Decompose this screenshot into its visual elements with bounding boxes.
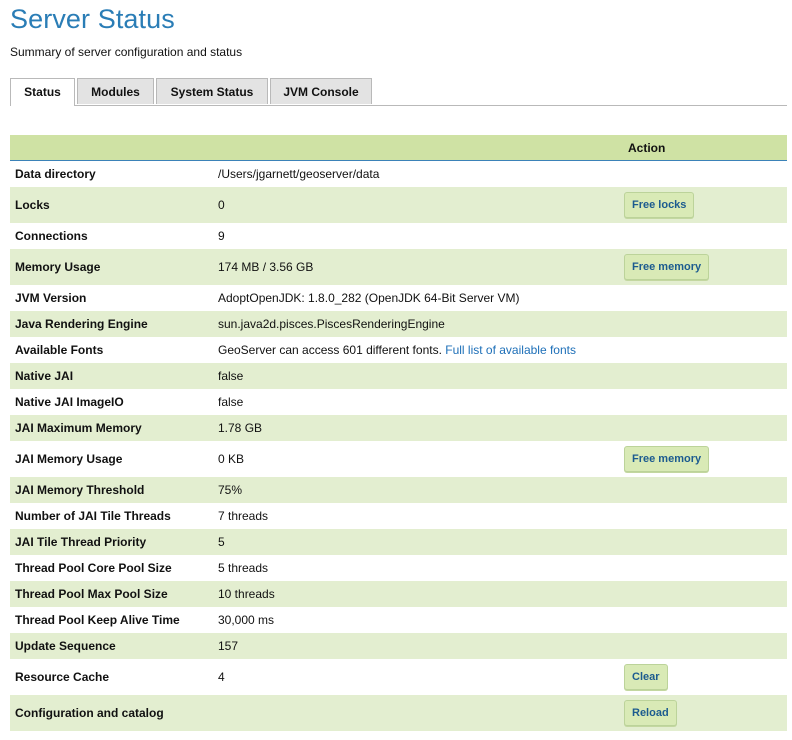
row-label-java-rendering-engine: Java Rendering Engine	[10, 311, 218, 337]
value-column-header	[218, 135, 618, 161]
free-jai-memory-button[interactable]: Free memory	[624, 446, 710, 472]
row-label-update-sequence: Update Sequence	[10, 633, 218, 659]
table-row: Number of JAI Tile Threads 7 threads	[10, 503, 787, 529]
table-row: JAI Tile Thread Priority 5	[10, 529, 787, 555]
table-row: JAI Memory Usage 0 KB Free memory	[10, 441, 787, 477]
table-row: Connections 9	[10, 223, 787, 249]
row-value-locks: 0	[218, 187, 618, 223]
row-value-jvm-version: AdoptOpenJDK: 1.8.0_282 (OpenJDK 64-Bit …	[218, 285, 618, 311]
row-label-locks: Locks	[10, 187, 218, 223]
row-label-configuration-catalog: Configuration and catalog	[10, 695, 218, 731]
tab-bar: Status Modules System Status JVM Console	[10, 78, 787, 106]
row-value-jai-tile-thread-priority: 5	[218, 529, 618, 555]
row-label-thread-pool-core-size: Thread Pool Core Pool Size	[10, 555, 218, 581]
row-label-jai-tile-threads: Number of JAI Tile Threads	[10, 503, 218, 529]
row-value-jai-memory-usage: 0 KB	[218, 441, 618, 477]
row-label-connections: Connections	[10, 223, 218, 249]
table-row: Java Rendering Engine sun.java2d.pisces.…	[10, 311, 787, 337]
row-label-resource-cache: Resource Cache	[10, 659, 218, 695]
row-value-connections: 9	[218, 223, 618, 249]
table-row: Memory Usage 174 MB / 3.56 GB Free memor…	[10, 249, 787, 285]
table-row: JAI Maximum Memory 1.78 GB	[10, 415, 787, 441]
font-list-link[interactable]: Full list of available fonts	[445, 343, 576, 357]
row-label-jvm-version: JVM Version	[10, 285, 218, 311]
available-fonts-text: GeoServer can access 601 different fonts…	[218, 343, 442, 357]
table-header-row: Action	[10, 135, 787, 161]
table-row: Data directory /Users/jgarnett/geoserver…	[10, 160, 787, 187]
row-value-thread-pool-keep-alive: 30,000 ms	[218, 607, 618, 633]
row-value-available-fonts: GeoServer can access 601 different fonts…	[218, 337, 618, 363]
row-label-data-directory: Data directory	[10, 160, 218, 187]
table-row: Thread Pool Core Pool Size 5 threads	[10, 555, 787, 581]
row-value-jai-maximum-memory: 1.78 GB	[218, 415, 618, 441]
clear-cache-button[interactable]: Clear	[624, 664, 668, 690]
row-value-jai-memory-threshold: 75%	[218, 477, 618, 503]
label-column-header	[10, 135, 218, 161]
row-label-thread-pool-max-size: Thread Pool Max Pool Size	[10, 581, 218, 607]
tab-status[interactable]: Status	[10, 78, 75, 106]
row-label-jai-memory-usage: JAI Memory Usage	[10, 441, 218, 477]
row-value-jai-tile-threads: 7 threads	[218, 503, 618, 529]
row-value-memory-usage: 174 MB / 3.56 GB	[218, 249, 618, 285]
table-row: Update Sequence 157	[10, 633, 787, 659]
server-status-page: Server Status Summary of server configur…	[0, 0, 792, 740]
row-label-jai-memory-threshold: JAI Memory Threshold	[10, 477, 218, 503]
row-label-available-fonts: Available Fonts	[10, 337, 218, 363]
tab-jvm-console[interactable]: JVM Console	[270, 78, 372, 104]
table-row: JVM Version AdoptOpenJDK: 1.8.0_282 (Ope…	[10, 285, 787, 311]
row-value-update-sequence: 157	[218, 633, 618, 659]
action-column-header: Action	[618, 135, 787, 161]
row-value-java-rendering-engine: sun.java2d.pisces.PiscesRenderingEngine	[218, 311, 618, 337]
table-row: Native JAI false	[10, 363, 787, 389]
tab-system-status[interactable]: System Status	[156, 78, 268, 104]
row-label-thread-pool-keep-alive: Thread Pool Keep Alive Time	[10, 607, 218, 633]
row-label-native-jai-imageio: Native JAI ImageIO	[10, 389, 218, 415]
row-label-native-jai: Native JAI	[10, 363, 218, 389]
page-title: Server Status	[10, 4, 175, 34]
row-value-configuration-catalog	[218, 695, 618, 731]
row-label-jai-maximum-memory: JAI Maximum Memory	[10, 415, 218, 441]
row-value-thread-pool-core-size: 5 threads	[218, 555, 618, 581]
table-row: Native JAI ImageIO false	[10, 389, 787, 415]
page-subtitle: Summary of server configuration and stat…	[10, 45, 243, 59]
tab-modules[interactable]: Modules	[77, 78, 154, 104]
table-row: Resource Cache 4 Clear	[10, 659, 787, 695]
table-row: Locks 0 Free locks	[10, 187, 787, 223]
row-value-native-jai-imageio: false	[218, 389, 618, 415]
row-value-resource-cache: 4	[218, 659, 618, 695]
row-value-native-jai: false	[218, 363, 618, 389]
table-row: Available Fonts GeoServer can access 601…	[10, 337, 787, 363]
row-value-thread-pool-max-size: 10 threads	[218, 581, 618, 607]
row-value-data-directory: /Users/jgarnett/geoserver/data	[218, 160, 618, 187]
row-label-jai-tile-thread-priority: JAI Tile Thread Priority	[10, 529, 218, 555]
reload-button[interactable]: Reload	[624, 700, 677, 726]
free-memory-button[interactable]: Free memory	[624, 254, 710, 280]
row-label-memory-usage: Memory Usage	[10, 249, 218, 285]
status-table: Action Data directory /Users/jgarnett/ge…	[10, 135, 787, 731]
free-locks-button[interactable]: Free locks	[624, 192, 695, 218]
table-row: JAI Memory Threshold 75%	[10, 477, 787, 503]
table-row: Configuration and catalog Reload	[10, 695, 787, 731]
table-row: Thread Pool Max Pool Size 10 threads	[10, 581, 787, 607]
table-row: Thread Pool Keep Alive Time 30,000 ms	[10, 607, 787, 633]
